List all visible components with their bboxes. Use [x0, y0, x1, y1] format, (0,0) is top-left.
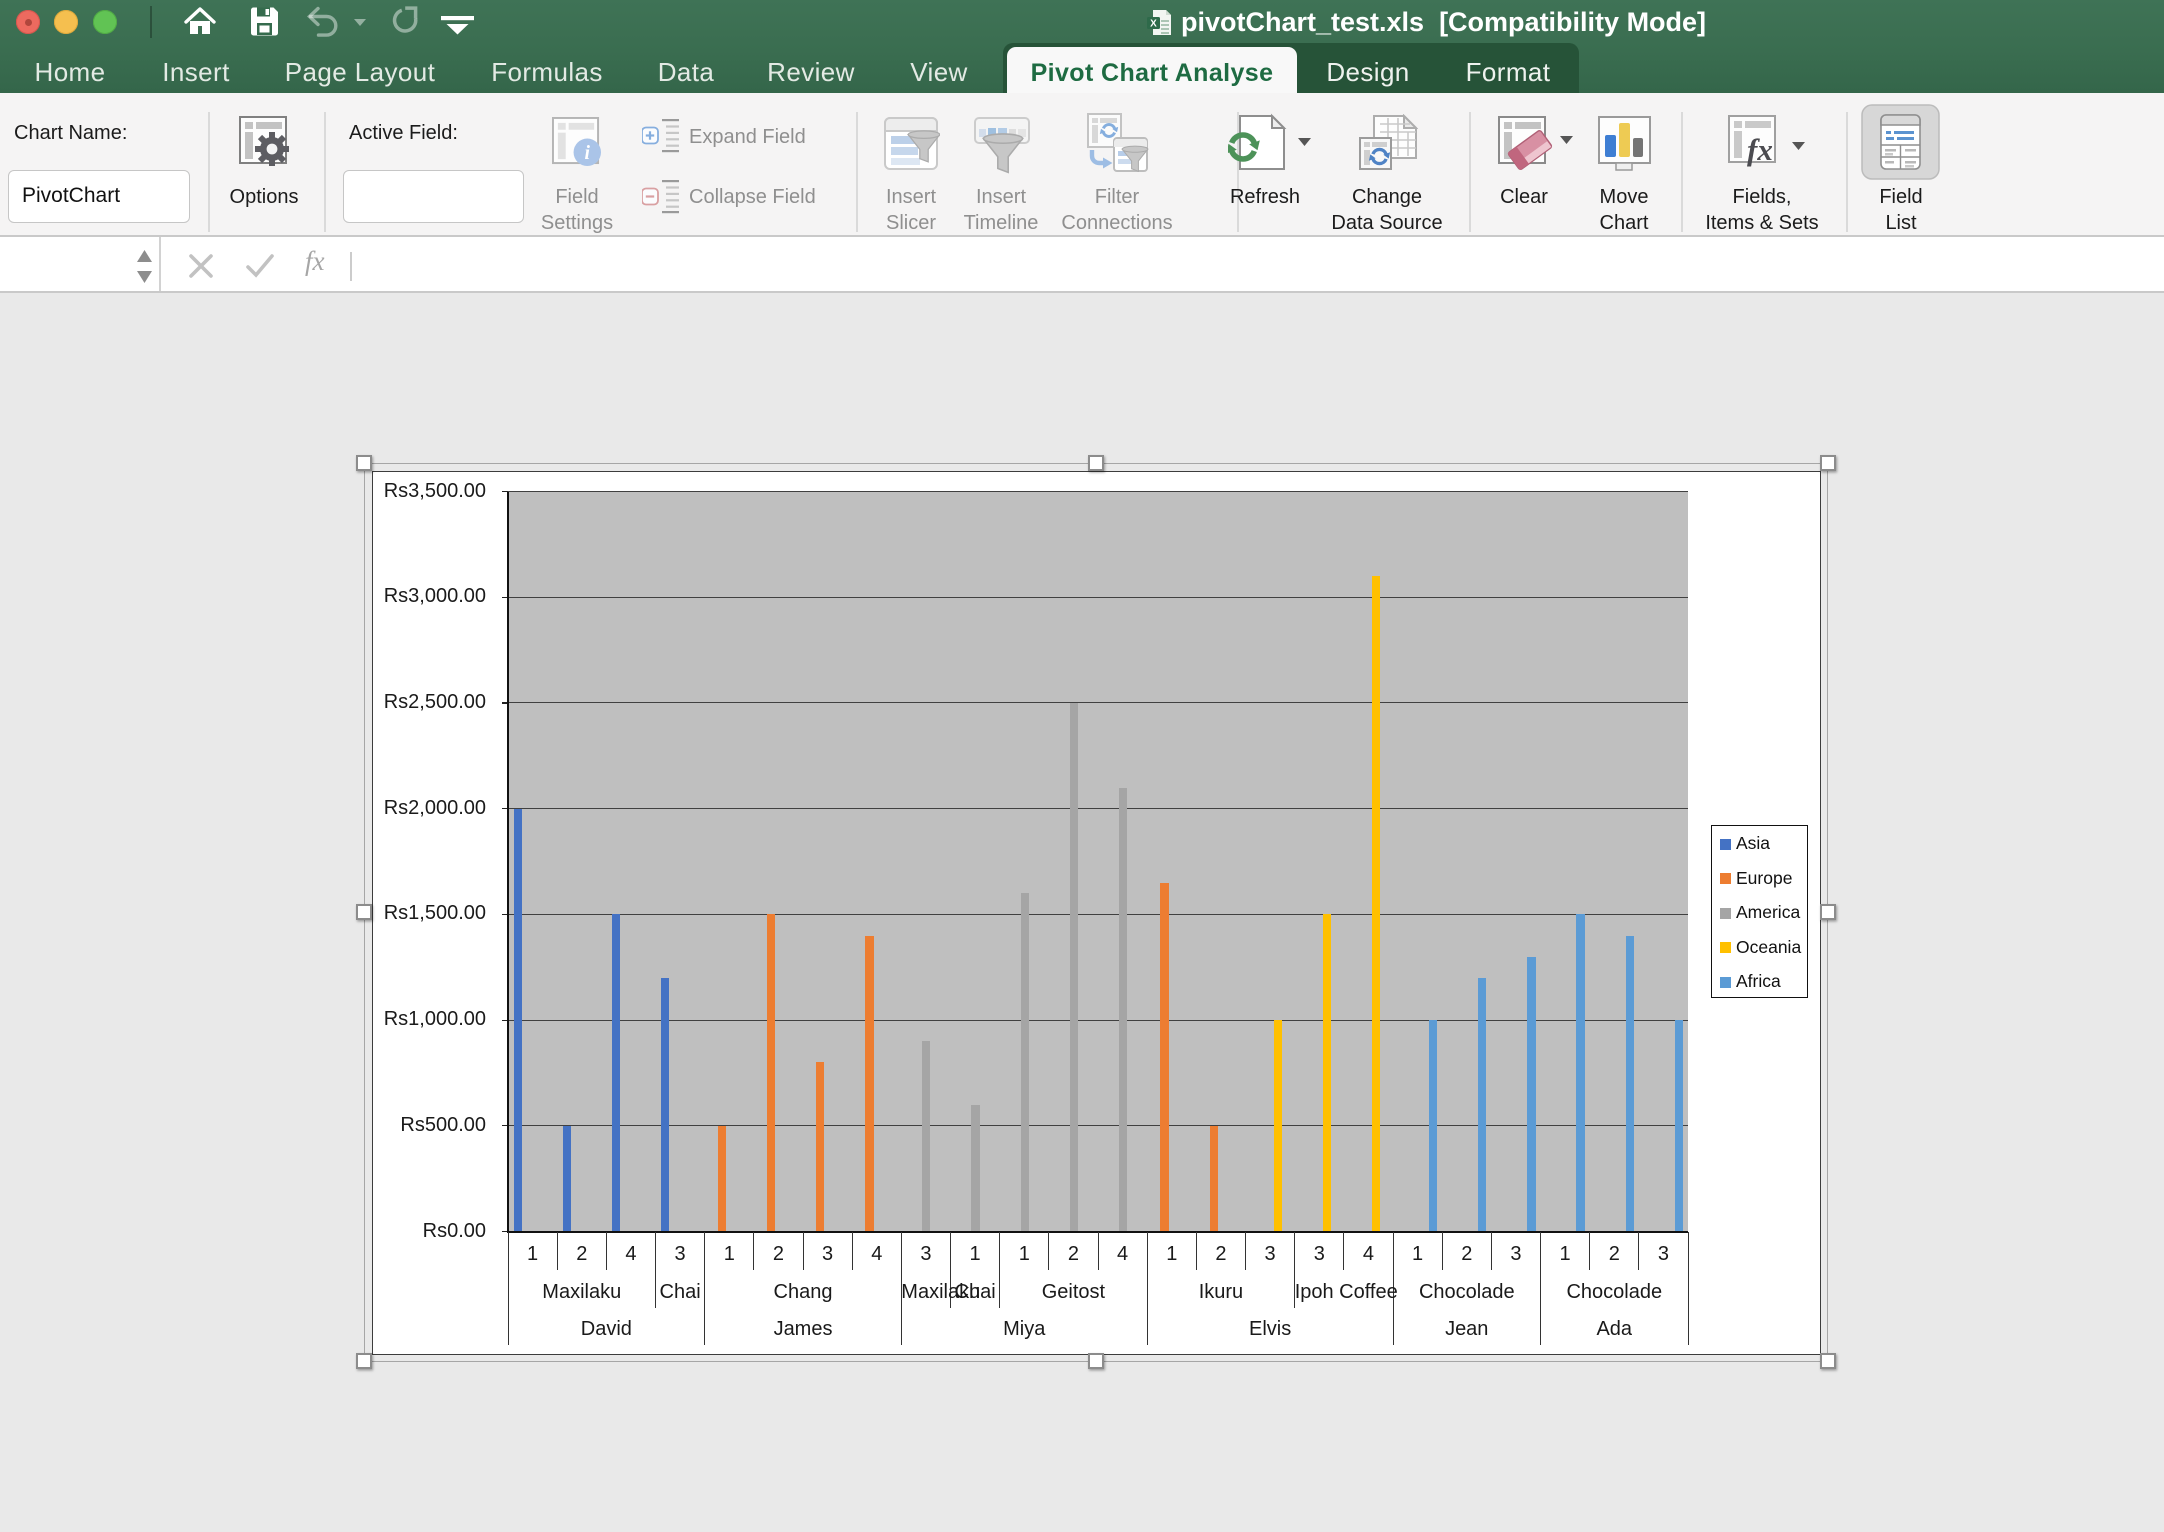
- svg-text:i: i: [585, 143, 591, 164]
- svg-text:fx: fx: [1747, 132, 1773, 167]
- svg-text:X: X: [1150, 19, 1157, 30]
